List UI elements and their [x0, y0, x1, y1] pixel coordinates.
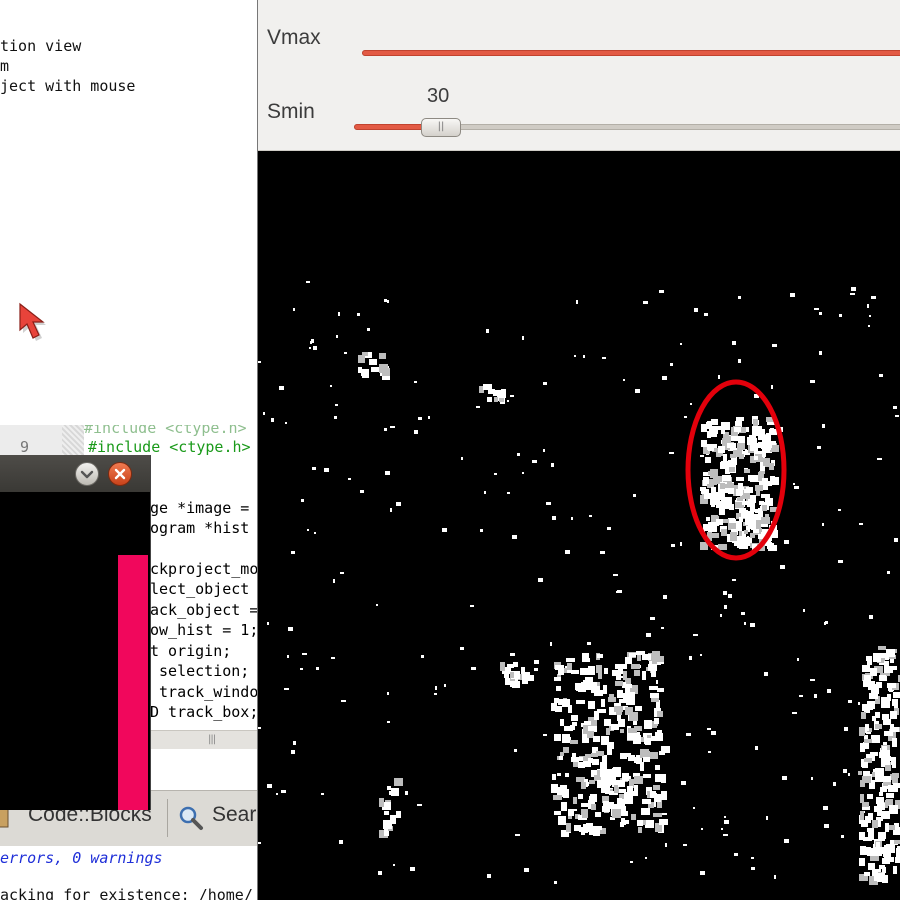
camshift-window: Vmax 30 Smin ||: [257, 0, 900, 900]
console-line: m: [0, 57, 10, 75]
log-line-errors: errors, 0 warnings: [0, 849, 163, 867]
log-line: acking for existence: /home/: [0, 886, 253, 900]
code-line: D track_box;: [150, 703, 258, 721]
build-log: errors, 0 warnings acking for existence:…: [0, 846, 258, 900]
code-line: ckproject_mo: [150, 560, 258, 578]
vmax-label: Vmax: [267, 26, 321, 49]
console-line: tion view: [0, 37, 82, 55]
tab-search-results[interactable]: Sear: [212, 803, 256, 827]
console-output: tion view m ject with mouse: [0, 0, 256, 425]
code-line: ack_object =: [150, 601, 258, 619]
code-line: ow_hist = 1;: [150, 621, 258, 639]
window-titlebar[interactable]: [0, 455, 150, 492]
backprojection-image: [258, 151, 900, 900]
histogram-bar: [118, 555, 148, 810]
codeblocks-icon: [0, 808, 9, 828]
smin-label: Smin: [267, 100, 315, 123]
close-icon: [114, 468, 126, 480]
code-line-include: #include <ctype.h>: [88, 438, 251, 456]
minimize-button[interactable]: [75, 462, 99, 486]
tab-separator: [167, 799, 168, 837]
code-line: ogram *hist: [150, 519, 258, 537]
smin-slider-thumb[interactable]: ||: [421, 118, 461, 137]
code-line-partial: #include <ctype.h>: [84, 425, 247, 437]
code-line: ge *image =: [150, 499, 258, 517]
line-number: 9: [20, 438, 30, 456]
vmax-slider-fill: [362, 50, 900, 56]
mouse-pointer-icon: [19, 302, 46, 341]
editor-horizontal-scrollbar[interactable]: |||: [150, 730, 258, 749]
chevron-down-icon: [80, 470, 94, 479]
code-line: selection;: [150, 662, 250, 680]
histogram-window[interactable]: [0, 455, 151, 810]
console-line: ject with mouse: [0, 77, 136, 95]
code-line: lect_object: [150, 580, 258, 598]
code-line: track_windo: [150, 683, 258, 701]
code-line: t origin;: [150, 642, 232, 660]
search-icon: [179, 806, 203, 830]
smin-value: 30: [427, 85, 450, 107]
scroll-grip-icon: |||: [208, 734, 216, 745]
trackbar-panel: Vmax 30 Smin ||: [258, 0, 900, 151]
close-button[interactable]: [108, 462, 132, 486]
